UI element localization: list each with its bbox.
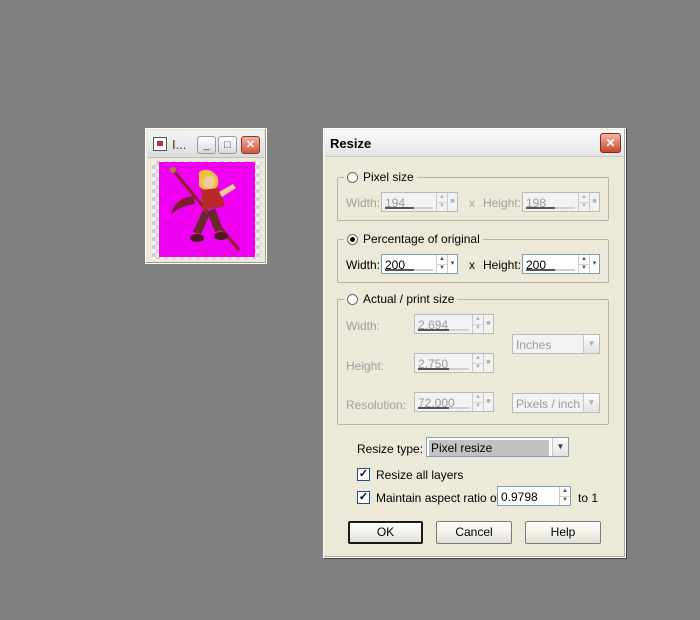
pixel-size-group: Pixel size Width: 194 ▲ ▼ ■ x Height: 198… [337,170,609,221]
aspect-ratio-stepper[interactable]: ▲ ▼ [559,487,570,505]
dialog-title: Resize [330,136,372,151]
actual-width-dropdown-icon[interactable]: ■ [483,315,493,333]
aspect-ratio-value: 0.9798 [501,490,538,504]
maintain-aspect-label[interactable]: Maintain aspect ratio of: [376,491,503,505]
help-button[interactable]: Help [525,521,601,544]
pixel-width-label: Width: [346,196,381,210]
pixel-width-stepper[interactable]: ▲ ▼ [436,193,447,211]
image-window: I... _ □ ✕ [145,128,267,264]
actual-size-group: Actual / print size Width: 2.694 ▲ ▼ ■ In… [337,292,609,425]
resolution-stepper[interactable]: ▲ ▼ [472,393,483,411]
actual-size-radio[interactable] [347,293,358,305]
pixel-width-dropdown-icon[interactable]: ■ [447,193,457,211]
resize-all-layers-checkbox[interactable]: ✓ [357,468,370,481]
image-window-titlebar[interactable]: I... _ □ ✕ [148,131,264,158]
percent-height-spinner[interactable]: 200 ▲ ▼ ▾ [522,254,600,274]
chevron-down-icon[interactable]: ▼ [552,438,568,456]
pixel-size-option[interactable]: Pixel size [344,170,417,184]
actual-width-spinner[interactable]: 2.694 ▲ ▼ ■ [414,314,494,334]
resolution-units-select[interactable]: Pixels / inch ▼ [512,393,600,413]
down-arrow-icon[interactable]: ▼ [560,496,570,505]
resize-type-value: Pixel resize [429,440,549,456]
actual-size-label: Actual / print size [363,292,455,306]
resolution-label: Resolution: [346,398,407,412]
percent-width-stepper[interactable]: ▲ ▼ [436,255,447,273]
actual-height-slider[interactable] [418,368,469,370]
down-arrow-icon[interactable]: ▼ [579,202,589,211]
resolution-spinner[interactable]: 72.000 ▲ ▼ ■ [414,392,494,412]
down-arrow-icon[interactable]: ▼ [437,264,447,273]
down-arrow-icon[interactable]: ▼ [473,324,483,333]
pixel-x-label: x [469,196,475,210]
pixel-height-slider[interactable] [526,207,575,209]
dialog-titlebar[interactable]: Resize ✕ [325,130,624,157]
chevron-down-icon[interactable]: ▼ [583,335,599,353]
resolution-units-value: Pixels / inch [516,397,581,411]
percentage-radio[interactable] [347,233,358,245]
down-arrow-icon[interactable]: ▼ [579,264,589,273]
pixel-size-radio[interactable] [347,171,358,183]
maximize-button[interactable]: □ [218,136,237,154]
actual-size-option[interactable]: Actual / print size [344,292,458,306]
pixel-height-stepper[interactable]: ▲ ▼ [578,193,589,211]
actual-height-spinner[interactable]: 2.750 ▲ ▼ ■ [414,353,494,373]
down-arrow-icon[interactable]: ▼ [473,363,483,372]
pixel-width-slider[interactable] [385,207,433,209]
percent-height-dropdown-icon[interactable]: ▾ [589,255,599,273]
percent-x-label: x [469,258,475,272]
resolution-slider[interactable] [418,407,469,409]
percent-width-label: Width: [346,258,381,272]
aspect-suffix-label: to 1 [578,491,599,505]
maintain-aspect-checkbox[interactable]: ✓ [357,491,370,504]
sprite-image[interactable] [159,162,255,257]
resize-all-layers-label[interactable]: Resize all layers [376,468,463,482]
image-window-close-button[interactable]: ✕ [241,136,260,154]
percent-width-dropdown-icon[interactable]: ▾ [447,255,457,273]
cancel-button[interactable]: Cancel [436,521,512,544]
units-value: Inches [516,338,552,352]
chevron-down-icon[interactable]: ▼ [583,394,599,412]
percent-height-stepper[interactable]: ▲ ▼ [578,255,589,273]
actual-height-stepper[interactable]: ▲ ▼ [472,354,483,372]
actual-height-label: Height: [346,359,385,373]
units-select[interactable]: Inches ▼ [512,334,600,354]
actual-height-dropdown-icon[interactable]: ■ [483,354,493,372]
pixel-height-dropdown-icon[interactable]: ■ [589,193,599,211]
percentage-label: Percentage of original [363,232,480,246]
percent-width-slider[interactable] [385,269,433,271]
minimize-button[interactable]: _ [197,136,216,154]
sprite-character-drawing [170,167,241,251]
ok-button[interactable]: OK [348,521,423,544]
down-arrow-icon[interactable]: ▼ [473,402,483,411]
percentage-group: Percentage of original Width: 200 ▲ ▼ ▾ x… [337,232,609,283]
image-file-icon [153,137,167,151]
aspect-ratio-spinner[interactable]: 0.9798 ▲ ▼ [497,486,571,506]
image-window-title: I... [172,137,187,152]
percent-width-spinner[interactable]: 200 ▲ ▼ ▾ [381,254,458,274]
pixel-height-spinner[interactable]: 198 ▲ ▼ ■ [522,192,600,212]
actual-width-label: Width: [346,319,381,333]
pixel-width-spinner[interactable]: 194 ▲ ▼ ■ [381,192,458,212]
dialog-close-button[interactable]: ✕ [600,133,621,153]
pixel-height-label: Height: [483,196,522,210]
resolution-dropdown-icon[interactable]: ■ [483,393,493,411]
resize-dialog: Resize ✕ Pixel size Width: 194 ▲ ▼ ■ x He… [323,128,626,558]
percent-height-label: Height: [483,258,522,272]
down-arrow-icon[interactable]: ▼ [437,202,447,211]
resize-type-label: Resize type: [357,442,424,456]
percent-height-slider[interactable] [526,269,575,271]
resize-type-select[interactable]: Pixel resize ▼ [426,437,569,457]
actual-width-slider[interactable] [418,329,469,331]
pixel-size-label: Pixel size [363,170,414,184]
actual-width-stepper[interactable]: ▲ ▼ [472,315,483,333]
percentage-option[interactable]: Percentage of original [344,232,483,246]
